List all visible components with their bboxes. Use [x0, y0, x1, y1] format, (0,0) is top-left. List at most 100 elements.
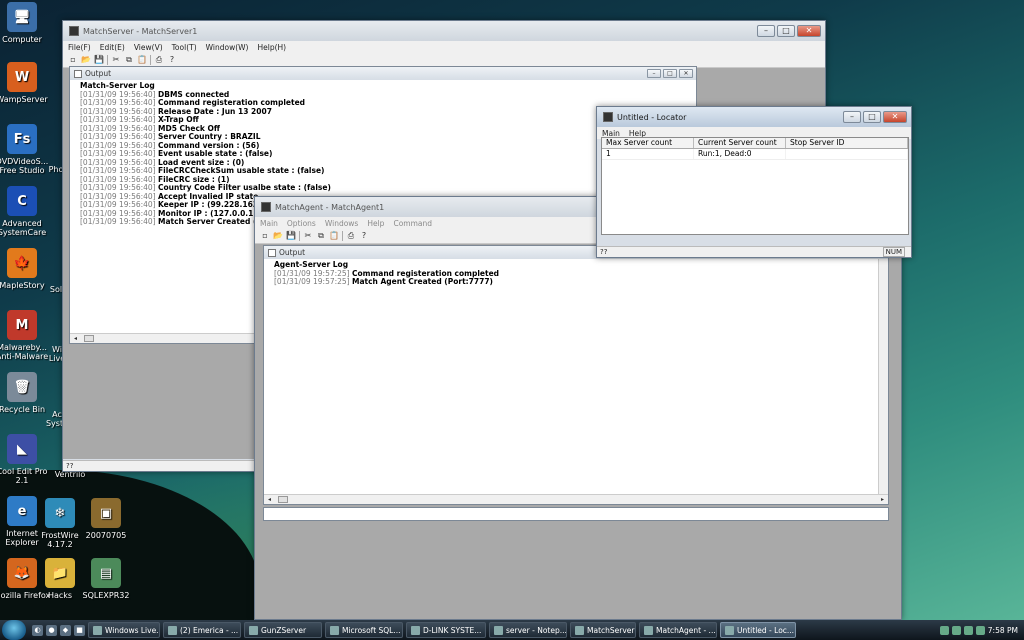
cut-icon[interactable]: ✂	[111, 55, 121, 65]
quick-launch-icon[interactable]: ●	[46, 624, 57, 636]
desktop-icon[interactable]: ▤ SQLEXPR32	[76, 558, 136, 600]
table-header: Max Server count Current Server count St…	[602, 138, 908, 149]
desktop-icon[interactable]: W WampServer	[0, 62, 52, 104]
desktop-icon-image: 🗑	[7, 372, 37, 402]
maximize-button[interactable]: □	[863, 111, 881, 123]
desktop-icon-label: Computer	[2, 35, 42, 44]
copy-icon[interactable]: ⧉	[316, 231, 326, 241]
taskbar-button[interactable]: Untitled - Loc...	[720, 622, 796, 638]
taskbar-button[interactable]: Windows Live...	[88, 622, 160, 638]
new-icon[interactable]: ▫	[68, 55, 78, 65]
taskbar-button[interactable]: Microsoft SQL...	[325, 622, 403, 638]
menu-help[interactable]: Help	[367, 219, 384, 228]
desktop-icon[interactable]: 🗑 Recycle Bin	[0, 372, 52, 414]
menu-windows[interactable]: Windows	[325, 219, 358, 228]
taskbar-button[interactable]: GunZServer	[244, 622, 322, 638]
column-header[interactable]: Stop Server ID	[786, 138, 908, 148]
locator-titlebar[interactable]: Untitled - Locator – □ ✕	[597, 107, 911, 127]
desktop-icon-label: 20070705	[85, 531, 127, 540]
taskbar-button[interactable]: D-LINK SYSTE...	[406, 622, 486, 638]
maximize-button[interactable]: □	[777, 25, 795, 37]
desktop-icon[interactable]: 🍁 MapleStory	[0, 248, 52, 290]
help-icon[interactable]: ?	[359, 231, 369, 241]
scroll-left-arrow[interactable]: ◂	[268, 496, 271, 503]
taskbar-button[interactable]: (2) Emerica - ...	[163, 622, 241, 638]
open-icon[interactable]: 📂	[81, 55, 91, 65]
window-title: MatchServer - MatchServer1	[83, 26, 198, 36]
menu-options[interactable]: Options	[287, 219, 316, 228]
quick-launch-icon[interactable]: ◐	[32, 624, 43, 636]
print-icon[interactable]: ⎙	[154, 55, 164, 65]
log-line: [01/31/09 19:57:25] Match Agent Created …	[274, 277, 878, 287]
desktop-icon[interactable]: C Advanced SystemCare	[0, 186, 52, 237]
menu-main[interactable]: Main	[260, 219, 278, 228]
scroll-left-arrow[interactable]: ◂	[74, 335, 77, 342]
scroll-thumb[interactable]	[84, 335, 94, 342]
copy-icon[interactable]: ⧉	[124, 55, 134, 65]
window-title: MatchAgent - MatchAgent1	[275, 202, 385, 212]
close-button[interactable]: ✕	[679, 69, 693, 78]
close-button[interactable]: ✕	[797, 25, 821, 37]
column-header[interactable]: Max Server count	[602, 138, 694, 148]
start-button[interactable]	[2, 620, 26, 640]
paste-icon[interactable]: 📋	[329, 231, 339, 241]
output-title: Output	[85, 69, 112, 78]
task-icon	[725, 625, 734, 635]
scroll-thumb[interactable]	[278, 496, 288, 503]
minimize-button[interactable]: –	[647, 69, 661, 78]
task-icon	[411, 625, 420, 635]
paste-icon[interactable]: 📋	[137, 55, 147, 65]
taskbar-button[interactable]: server - Notep...	[489, 622, 567, 638]
task-label: Windows Live...	[105, 625, 160, 635]
desktop-icon-image: ▣	[91, 498, 121, 528]
task-icon	[168, 625, 177, 635]
volume-icon[interactable]	[975, 625, 985, 635]
taskbar-button[interactable]: MatchAgent - ...	[639, 622, 717, 638]
desktop-icon[interactable]: 🖥 Computer	[0, 2, 52, 44]
help-icon[interactable]: ?	[167, 55, 177, 65]
save-icon[interactable]: 💾	[286, 231, 296, 241]
quick-launch-icon[interactable]: ■	[74, 624, 85, 636]
menu-command[interactable]: Command	[393, 219, 432, 228]
taskbar-button[interactable]: MatchServer - ...	[570, 622, 636, 638]
quick-launch-icon[interactable]: ◆	[60, 624, 71, 636]
save-icon[interactable]: 💾	[94, 55, 104, 65]
menu-edit[interactable]: Edit(E)	[100, 43, 125, 52]
menu-tool[interactable]: Tool(T)	[172, 43, 197, 52]
print-icon[interactable]: ⎙	[346, 231, 356, 241]
scroll-right-arrow[interactable]: ▸	[881, 496, 884, 503]
toolbar-separator	[342, 231, 343, 241]
close-button[interactable]: ✕	[883, 111, 907, 123]
desktop-icon-image: M	[7, 310, 37, 340]
desktop-icon-label: Cool Edit Pro 2.1	[0, 467, 48, 485]
minimize-button[interactable]: –	[843, 111, 861, 123]
tray-icon[interactable]	[963, 625, 973, 635]
tray-icon[interactable]	[951, 625, 961, 635]
open-icon[interactable]: 📂	[273, 231, 283, 241]
table-row[interactable]: 1 Run:1, Dead:0	[602, 149, 908, 160]
log-timestamp: [01/31/09 19:56:40]	[80, 217, 158, 226]
desktop-icon-label: SQLEXPR32	[82, 591, 130, 600]
desktop-icon-label: Advanced SystemCare	[0, 219, 47, 237]
tray-icon[interactable]	[939, 625, 949, 635]
maximize-button[interactable]: □	[663, 69, 677, 78]
minimize-button[interactable]: –	[757, 25, 775, 37]
vertical-scrollbar[interactable]	[878, 259, 888, 494]
clock[interactable]: 7:58 PM	[988, 626, 1018, 635]
menu-window[interactable]: Window(W)	[206, 43, 249, 52]
command-input[interactable]	[263, 507, 889, 521]
horizontal-scrollbar[interactable]: ◂ ▸	[264, 494, 888, 504]
output-titlebar[interactable]: Output – □ ✕	[70, 67, 696, 80]
column-header[interactable]: Current Server count	[694, 138, 786, 148]
cut-icon[interactable]: ✂	[303, 231, 313, 241]
quick-launch: ◐ ● ◆ ■	[32, 624, 85, 636]
menu-help[interactable]: Help(H)	[257, 43, 286, 52]
desktop-icon[interactable]: ◣ Cool Edit Pro 2.1	[0, 434, 52, 485]
new-icon[interactable]: ▫	[260, 231, 270, 241]
matchserver-titlebar[interactable]: MatchServer - MatchServer1 – □ ✕	[63, 21, 825, 41]
task-label: Untitled - Loc...	[737, 625, 795, 635]
menu-view[interactable]: View(V)	[134, 43, 163, 52]
task-label: MatchAgent - ...	[656, 625, 716, 635]
desktop-icon[interactable]: ▣ 20070705	[76, 498, 136, 540]
menu-file[interactable]: File(F)	[68, 43, 91, 52]
